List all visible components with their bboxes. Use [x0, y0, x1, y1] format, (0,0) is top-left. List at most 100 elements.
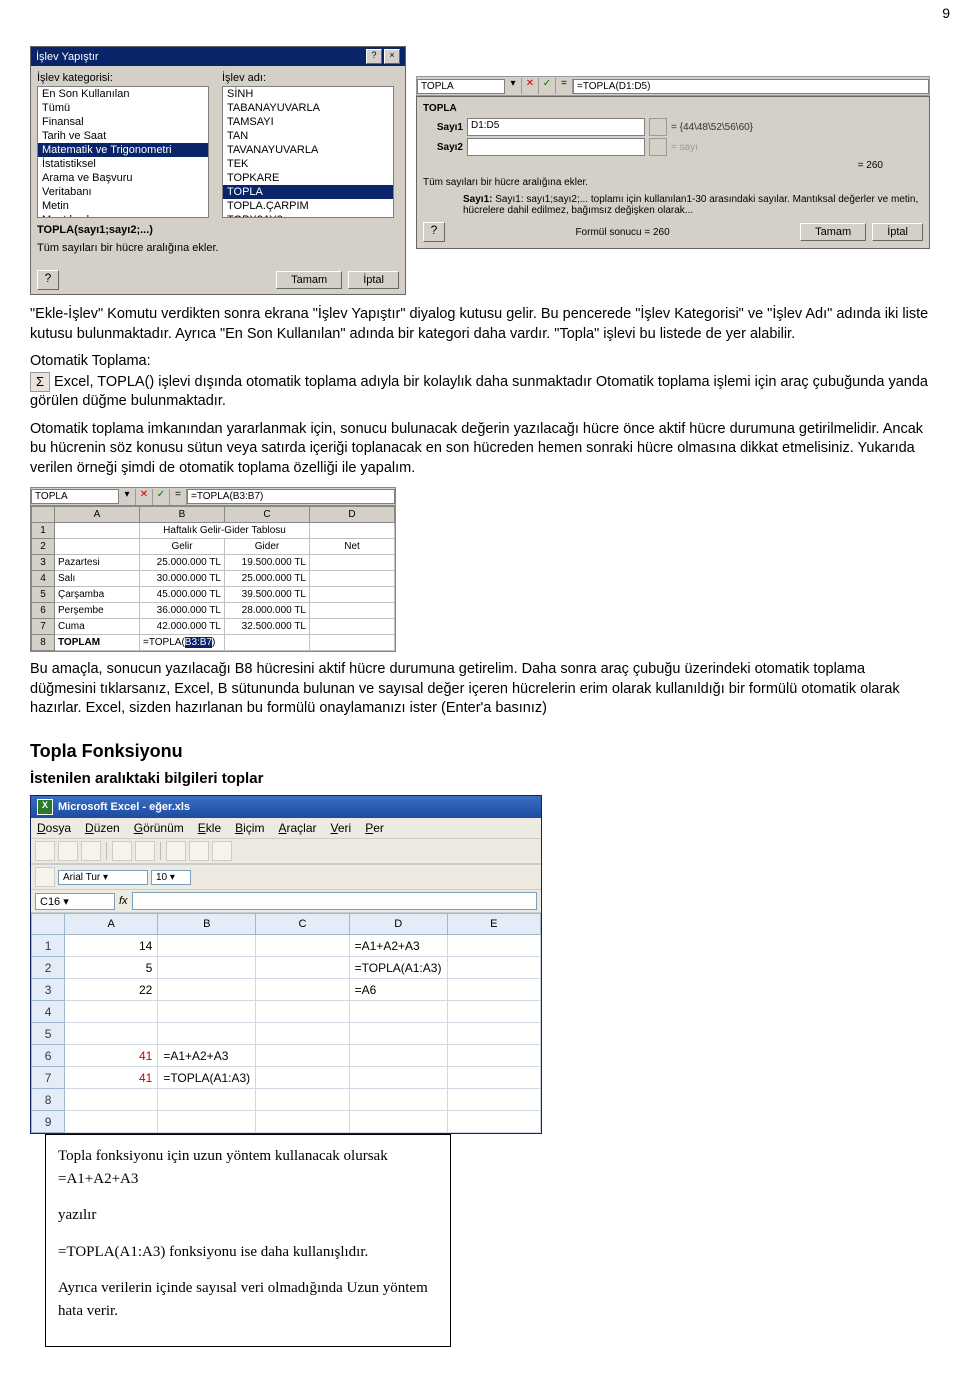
cancel-button[interactable]: İptal	[872, 223, 923, 241]
list-item[interactable]: TAMSAYI	[223, 115, 393, 129]
note-text: Ayrıca verilerin içinde sayısal veri olm…	[58, 1277, 438, 1322]
arg1-input[interactable]: D1:D5	[467, 118, 645, 136]
excel-window: X Microsoft Excel - eğer.xls Dosya Düzen G…	[30, 795, 542, 1134]
arg2-label: Sayı2	[423, 142, 463, 153]
list-item[interactable]: Metin	[38, 199, 208, 213]
list-item[interactable]: Mantıksal	[38, 213, 208, 218]
note-text: Topla fonksiyonu için uzun yöntem kullan…	[58, 1145, 438, 1190]
excel-grid[interactable]: ABCDE114=A1+A2+A325=TOPLA(A1:A3)322=A645…	[31, 913, 541, 1133]
excel-toolbar[interactable]	[31, 838, 541, 864]
list-item[interactable]: Veritabanı	[38, 185, 208, 199]
name-box[interactable]: C16 ▾	[35, 893, 115, 910]
list-item[interactable]: TAN	[223, 129, 393, 143]
list-item[interactable]: TOPLA	[223, 185, 393, 199]
autosum-icon: Σ	[30, 372, 50, 392]
function-wizard-dialog: İşlev Yapıştır ? × İşlev kategorisi: En …	[30, 46, 406, 295]
list-item[interactable]: En Son Kullanılan	[38, 87, 208, 101]
list-item[interactable]: TAVANAYUVARLA	[223, 143, 393, 157]
arg2-result: = sayı	[671, 142, 698, 153]
args-desc2: Sayı1: Sayı1: sayı1;sayı2;... toplamı iç…	[423, 194, 923, 216]
confirm-icon[interactable]: ✓	[539, 78, 556, 94]
equals-icon[interactable]: =	[170, 489, 187, 505]
menu-item[interactable]: Düzen	[85, 821, 120, 835]
list-item[interactable]: Tarih ve Saat	[38, 129, 208, 143]
list-item[interactable]: Matematik ve Trigonometri	[38, 143, 208, 157]
dialog-title: İşlev Yapıştır	[36, 51, 99, 63]
paragraph: Otomatik toplama imkanından yararlanmak …	[30, 420, 930, 479]
list-item[interactable]: Arama ve Başvuru	[38, 171, 208, 185]
paragraph: Bu amaçla, sonucun yazılacağı B8 hücresi…	[30, 660, 930, 719]
cancel-icon[interactable]: ✕	[136, 489, 153, 505]
list-item[interactable]: TABANAYUVARLA	[223, 101, 393, 115]
menu-item[interactable]: Araçlar	[278, 821, 316, 835]
name-box[interactable]: TOPLA	[417, 79, 505, 94]
close-icon[interactable]: ×	[384, 49, 400, 64]
excel-app-icon: X	[37, 799, 53, 815]
arg1-result: = {44\48\52\56\60}	[671, 122, 753, 133]
preview-icon[interactable]	[135, 841, 155, 861]
cancel-icon[interactable]: ✕	[522, 78, 539, 94]
context-help-icon[interactable]: ?	[37, 270, 59, 290]
list-item[interactable]: TOPKARE	[223, 171, 393, 185]
copy-icon[interactable]	[189, 841, 209, 861]
arg2-input[interactable]	[467, 138, 645, 156]
ok-button[interactable]: Tamam	[800, 223, 866, 241]
page-number: 9	[0, 0, 960, 26]
range-picker-icon[interactable]	[649, 118, 667, 136]
menu-item[interactable]: Biçim	[235, 821, 264, 835]
formula-input[interactable]	[132, 892, 537, 910]
spreadsheet-example-1: TOPLA ▾ ✕ ✓ = =TOPLA(B3:B7) ABCD1Haftalı…	[30, 487, 396, 652]
sheet-table: ABCD1Haftalık Gelir-Gider Tablosu2GelirG…	[31, 506, 395, 651]
save-icon[interactable]	[81, 841, 101, 861]
context-help-icon[interactable]: ?	[423, 222, 445, 242]
new-icon[interactable]	[35, 841, 55, 861]
fx-icon[interactable]: fx	[119, 895, 128, 907]
excel-menubar[interactable]: Dosya Düzen Görünüm Ekle Biçim Araçlar Veri Per	[31, 818, 541, 838]
font-selector[interactable]: Arial Tur ▾	[58, 870, 148, 885]
list-item[interactable]: TOPLA.ÇARPIM	[223, 199, 393, 213]
range-picker-icon[interactable]	[649, 138, 667, 156]
formula-input[interactable]: =TOPLA(B3:B7)	[187, 489, 395, 504]
print-icon[interactable]	[112, 841, 132, 861]
category-list[interactable]: En Son KullanılanTümüFinansalTarih ve Sa…	[37, 86, 209, 218]
menu-item[interactable]: Veri	[331, 821, 352, 835]
list-item[interactable]: SİNH	[223, 87, 393, 101]
hint-text: Tüm sayıları bir hücre aralığına ekler.	[37, 242, 399, 254]
cut-icon[interactable]	[166, 841, 186, 861]
arg1-label: Sayı1	[423, 122, 463, 133]
workbook-icon[interactable]	[35, 867, 55, 887]
cancel-button[interactable]: İptal	[348, 271, 399, 289]
equals-icon[interactable]: =	[556, 78, 573, 94]
formula-input[interactable]: =TOPLA(D1:D5)	[573, 79, 929, 94]
list-item[interactable]: Tümü	[38, 101, 208, 115]
excel-title: Microsoft Excel - eğer.xls	[58, 801, 190, 813]
excel-formula-bar: C16 ▾ fx	[31, 890, 541, 913]
excel-format-toolbar[interactable]: Arial Tur ▾ 10 ▾	[31, 864, 541, 890]
menu-item[interactable]: Dosya	[37, 821, 71, 835]
help-icon[interactable]: ?	[366, 49, 382, 64]
note-text: yazılır	[58, 1204, 438, 1227]
list-item[interactable]: İstatistiksel	[38, 157, 208, 171]
menu-item[interactable]: Görünüm	[134, 821, 184, 835]
dialog-titlebar: İşlev Yapıştır ? ×	[31, 47, 405, 66]
args-desc: Tüm sayıları bir hücre aralığına ekler.	[423, 177, 923, 188]
confirm-icon[interactable]: ✓	[153, 489, 170, 505]
args-fn-name: TOPLA	[423, 103, 923, 114]
list-item[interactable]: TOPX2AY2	[223, 213, 393, 218]
category-label: İşlev kategorisi:	[37, 72, 214, 84]
font-size-selector[interactable]: 10 ▾	[151, 870, 191, 885]
name-box[interactable]: TOPLA	[31, 489, 119, 504]
function-list[interactable]: SİNHTABANAYUVARLATAMSAYITANTAVANAYUVARLA…	[222, 86, 394, 218]
paste-icon[interactable]	[212, 841, 232, 861]
paragraph: Otomatik Toplama: Σ Excel, TOPLA() işlev…	[30, 352, 930, 412]
side-note-box: Topla fonksiyonu için uzun yöntem kullan…	[45, 1134, 451, 1347]
menu-item[interactable]: Per	[365, 821, 384, 835]
list-item[interactable]: Finansal	[38, 115, 208, 129]
dropdown-icon[interactable]: ▾	[119, 489, 136, 505]
open-icon[interactable]	[58, 841, 78, 861]
formula-bar: TOPLA ▾ ✕ ✓ = =TOPLA(D1:D5)	[416, 76, 930, 96]
menu-item[interactable]: Ekle	[198, 821, 221, 835]
list-item[interactable]: TEK	[223, 157, 393, 171]
dropdown-icon[interactable]: ▾	[505, 78, 522, 94]
ok-button[interactable]: Tamam	[276, 271, 342, 289]
